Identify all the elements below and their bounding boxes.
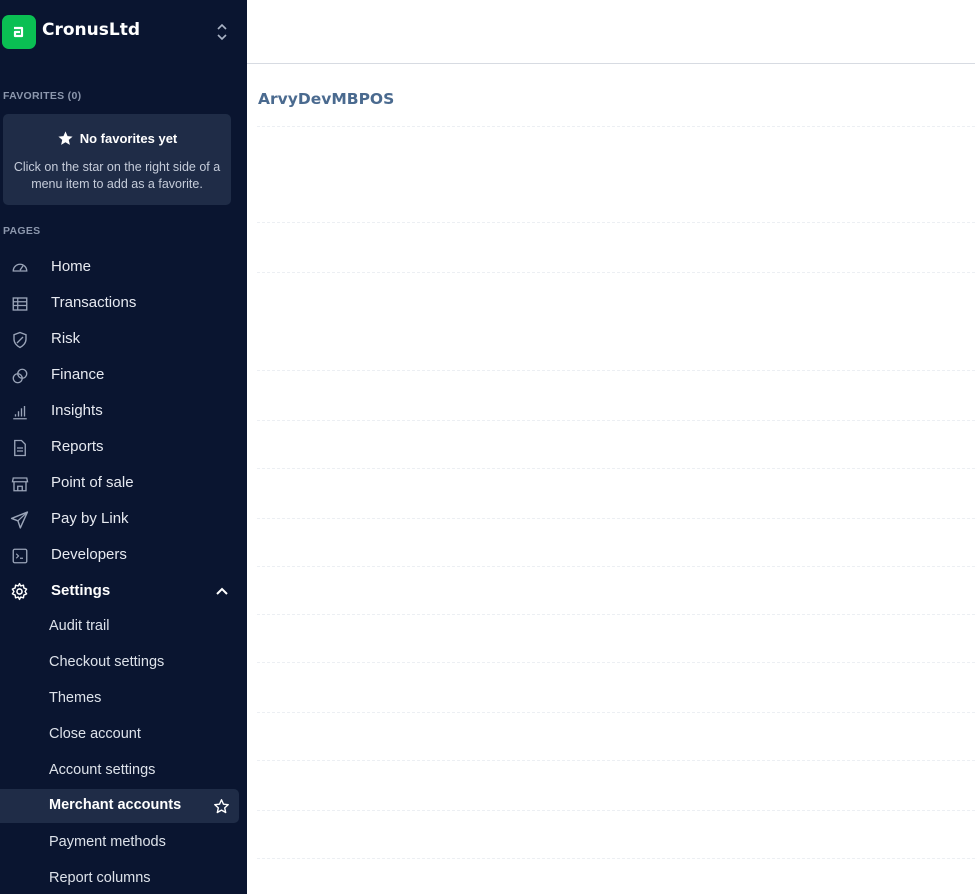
nav-label: Insights bbox=[51, 402, 103, 419]
nav-item-risk[interactable]: Risk bbox=[0, 322, 240, 356]
adyen-logo-icon bbox=[13, 26, 24, 38]
divider bbox=[257, 614, 975, 615]
main-content: ArvyDevMBPOS bbox=[247, 0, 975, 894]
favorites-empty-desc: Click on the star on the right side of a… bbox=[13, 160, 221, 191]
divider bbox=[257, 420, 975, 421]
favorites-heading: FAVORITES (0) bbox=[3, 90, 82, 102]
pages-heading: PAGES bbox=[3, 225, 41, 237]
divider bbox=[257, 566, 975, 567]
nav-item-finance[interactable]: Finance bbox=[0, 358, 240, 392]
favorites-empty-title: No favorites yet bbox=[79, 130, 178, 146]
nav-item-point-of-sale[interactable]: Point of sale bbox=[0, 466, 240, 500]
sub-item-account-settings[interactable]: Account settings bbox=[0, 754, 239, 788]
gear-icon bbox=[10, 582, 29, 601]
chevron-up-icon[interactable] bbox=[214, 584, 230, 598]
sub-item-audit-trail[interactable]: Audit trail bbox=[0, 610, 239, 644]
nav-item-reports[interactable]: Reports bbox=[0, 430, 240, 464]
nav-item-pay-by-link[interactable]: Pay by Link bbox=[0, 502, 240, 536]
paper-plane-icon bbox=[10, 510, 29, 529]
nav-label: Home bbox=[51, 258, 92, 275]
sub-item-payment-methods[interactable]: Payment methods bbox=[0, 826, 239, 860]
star-icon bbox=[58, 130, 73, 145]
sub-item-label: Themes bbox=[49, 690, 102, 706]
sub-item-label: Report columns bbox=[49, 870, 151, 886]
favorites-empty-state: No favorites yet Click on the star on th… bbox=[3, 114, 231, 205]
divider bbox=[257, 126, 975, 127]
favorite-star-icon[interactable] bbox=[213, 798, 230, 815]
divider bbox=[257, 370, 975, 371]
sub-item-report-columns[interactable]: Report columns bbox=[0, 862, 239, 894]
divider bbox=[257, 810, 975, 811]
sub-item-checkout-settings[interactable]: Checkout settings bbox=[0, 646, 239, 680]
org-logo bbox=[2, 15, 36, 49]
divider bbox=[257, 760, 975, 761]
nav-label: Transactions bbox=[51, 294, 137, 311]
divider bbox=[257, 468, 975, 469]
sidebar: CronusLtd FAVORITES (0) No favorites yet… bbox=[0, 0, 247, 894]
bar-chart-icon bbox=[10, 402, 29, 421]
nav-label: Finance bbox=[51, 366, 105, 383]
nav-label: Pay by Link bbox=[51, 510, 129, 527]
divider bbox=[257, 222, 975, 223]
sub-item-label: Close account bbox=[49, 726, 141, 742]
coins-icon bbox=[10, 366, 29, 385]
sub-item-label: Payment methods bbox=[49, 834, 166, 850]
divider bbox=[257, 712, 975, 713]
top-bar bbox=[247, 0, 975, 64]
nav-label: Risk bbox=[51, 330, 81, 347]
sub-item-merchant-accounts[interactable]: Merchant accounts bbox=[0, 789, 239, 823]
sub-item-themes[interactable]: Themes bbox=[0, 682, 239, 716]
nav-label: Reports bbox=[51, 438, 104, 455]
storefront-icon bbox=[10, 474, 29, 493]
sub-item-close-account[interactable]: Close account bbox=[0, 718, 239, 752]
chevron-up-down-icon[interactable] bbox=[214, 22, 230, 42]
divider bbox=[257, 858, 975, 859]
nav-item-insights[interactable]: Insights bbox=[0, 394, 240, 428]
shield-icon bbox=[10, 330, 29, 349]
sub-item-label: Checkout settings bbox=[49, 654, 165, 670]
divider bbox=[257, 272, 975, 273]
sub-item-label: Audit trail bbox=[49, 618, 110, 634]
sub-item-label: Merchant accounts bbox=[49, 797, 182, 813]
nav-item-home[interactable]: Home bbox=[0, 250, 240, 284]
document-icon bbox=[10, 438, 29, 457]
nav-label: Point of sale bbox=[51, 474, 134, 491]
dashboard-gauge-icon bbox=[10, 258, 29, 277]
terminal-icon bbox=[10, 546, 29, 565]
nav-label: Settings bbox=[51, 582, 111, 599]
table-icon bbox=[10, 294, 29, 313]
org-switcher[interactable]: CronusLtd bbox=[0, 14, 247, 50]
nav-item-settings[interactable]: Settings bbox=[0, 574, 240, 608]
nav-item-developers[interactable]: Developers bbox=[0, 538, 240, 572]
nav-label: Developers bbox=[51, 546, 127, 563]
sub-item-label: Account settings bbox=[49, 762, 156, 778]
org-name: CronusLtd bbox=[42, 20, 140, 40]
divider bbox=[257, 662, 975, 663]
page-title: ArvyDevMBPOS bbox=[258, 90, 395, 108]
nav-item-transactions[interactable]: Transactions bbox=[0, 286, 240, 320]
divider bbox=[257, 518, 975, 519]
